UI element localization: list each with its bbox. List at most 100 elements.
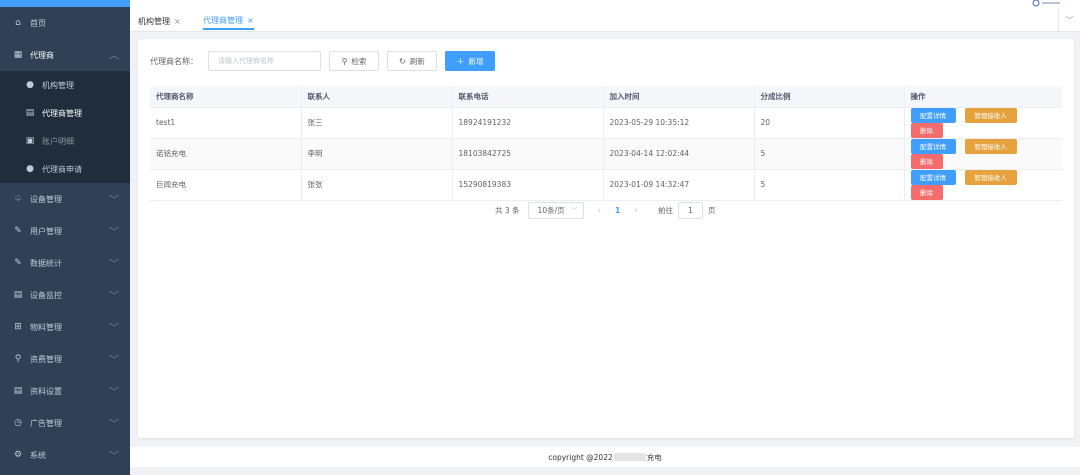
page-size-select[interactable]: 10条/页 ﹀: [527, 202, 584, 219]
agent-submenu: ● 机构管理 ▤ 代理商管理 ▣ 账户明细 ● 代理商申请: [0, 71, 130, 183]
close-icon[interactable]: ×: [174, 17, 181, 26]
page-number-current[interactable]: 1: [615, 206, 620, 215]
sidebar-item-data-settings[interactable]: ▤ 资料设置 ﹀: [0, 375, 130, 407]
manage-receiver-button[interactable]: 管理接收人: [964, 169, 1017, 185]
sidebar-item-label: 物料管理: [30, 322, 62, 332]
plus-icon: ＋: [456, 56, 465, 66]
manage-receiver-button[interactable]: 管理接收人: [964, 107, 1017, 123]
actions-cell: 配置详情 管理接收人删除: [904, 138, 1062, 170]
sidebar-item-label: 机构管理: [42, 80, 74, 90]
delete-button[interactable]: 删除: [910, 184, 943, 200]
sidebar-item-device-management[interactable]: ♤ 设备管理 ﹀: [0, 183, 130, 215]
search-icon: ⚲: [14, 354, 22, 364]
refresh-button[interactable]: ↻ 刷新: [387, 51, 437, 71]
table-row: 巨闻充电 张张 15290819383 2023-01-09 14:32:47 …: [150, 169, 1062, 201]
chevron-up-icon: ︿: [108, 51, 120, 60]
table-cell: test1: [150, 107, 302, 139]
sidebar-item-agent-application[interactable]: ● 代理商申请: [0, 155, 130, 183]
table-cell: 2023-04-14 12:02:44: [603, 138, 755, 170]
search-button-label: 检索: [351, 56, 367, 66]
tab-org-management[interactable]: 机构管理 ×: [138, 13, 181, 30]
sidebar-item-label: 账户明细: [42, 136, 74, 146]
next-page-button[interactable]: ›: [634, 206, 638, 216]
tabs-dropdown-button[interactable]: ﹀: [1058, 8, 1080, 32]
gear-icon: ⚙: [13, 450, 23, 460]
goto-page-input[interactable]: [677, 202, 703, 219]
table-cell: 李明: [301, 138, 453, 170]
table-cell: 20: [754, 107, 905, 139]
clock-icon: ◷: [14, 418, 22, 428]
sidebar-item-label: 设备管理: [30, 194, 62, 204]
bottom-strip: [130, 467, 1080, 475]
sidebar-item-label: 首页: [30, 18, 46, 28]
copyright-text: copyright @2022: [548, 452, 613, 462]
sidebar-item-agent-management[interactable]: ▤ 代理商管理: [0, 99, 130, 127]
column-header: 分成比例: [754, 86, 905, 108]
goto-label: 前往: [657, 206, 673, 215]
company-logo-icon: [1032, 0, 1062, 7]
delete-button[interactable]: 删除: [910, 122, 943, 138]
table-row: 诺铭充电 李明 18103842725 2023-04-14 12:02:44 …: [150, 138, 1062, 170]
grid-icon: ▤: [25, 108, 35, 118]
table-cell: 诺铭充电: [150, 138, 302, 170]
sidebar-item-ad-management[interactable]: ◷ 广告管理 ﹀: [0, 407, 130, 439]
sidebar-item-label: 资费管理: [30, 354, 62, 364]
column-header: 操作: [904, 86, 1062, 108]
delete-button[interactable]: 删除: [910, 153, 943, 169]
close-icon[interactable]: ×: [247, 16, 254, 25]
sidebar-item-system[interactable]: ⚙ 系统 ﹀: [0, 439, 130, 471]
add-agent-button[interactable]: ＋ 新增: [445, 51, 495, 71]
chevron-down-icon: ﹀: [108, 227, 120, 236]
table-cell: 15290819383: [452, 169, 604, 201]
column-header: 联系人: [301, 86, 453, 108]
tab-agent-management[interactable]: 代理商管理 ×: [203, 13, 254, 30]
sidebar-item-material-management[interactable]: ⊞ 物料管理 ﹀: [0, 311, 130, 343]
refresh-icon: ↻: [399, 56, 406, 66]
sidebar-top-accent: [0, 0, 130, 7]
sidebar-item-label: 用户管理: [30, 226, 62, 236]
sidebar-item-account-details[interactable]: ▣ 账户明细: [0, 127, 130, 155]
sidebar-item-tariff-management[interactable]: ⚲ 资费管理 ﹀: [0, 343, 130, 375]
chevron-down-icon: ﹀: [108, 291, 120, 300]
sidebar-item-label: 广告管理: [30, 418, 62, 428]
prev-page-button[interactable]: ‹: [598, 206, 602, 216]
document-icon: ▤: [13, 386, 23, 396]
pagination: 共 3 条 10条/页 ﹀ ‹ 1 › 前往 页: [495, 202, 715, 219]
table-cell: 2023-01-09 14:32:47: [603, 169, 755, 201]
sidebar-item-agent[interactable]: ▦ 代理商 ︿: [0, 39, 130, 71]
manage-receiver-button[interactable]: 管理接收人: [964, 138, 1017, 154]
search-button[interactable]: ⚲ 检索: [329, 51, 379, 71]
table-cell: 2023-05-29 10:35:12: [603, 107, 755, 139]
document-icon: ▤: [13, 290, 23, 300]
column-header: 加入时间: [603, 86, 755, 108]
tabs-bar: 机构管理 × 代理商管理 × ﹀: [130, 8, 1080, 32]
top-header: [130, 0, 1080, 8]
agent-table: 代理商名称 联系人 联系电话 加入时间 分成比例 操作 test1 张三 189…: [150, 86, 1062, 201]
search-icon: ⚲: [341, 56, 348, 66]
redacted-text: [613, 453, 646, 461]
page-size-value: 10条/页: [537, 206, 565, 215]
document-icon: ▣: [25, 136, 35, 146]
config-detail-button[interactable]: 配置详情: [910, 138, 956, 154]
sidebar-item-device-monitor[interactable]: ▤ 设备监控 ﹀: [0, 279, 130, 311]
column-header: 代理商名称: [150, 86, 302, 108]
chevron-down-icon: ﹀: [108, 195, 120, 204]
config-detail-button[interactable]: 配置详情: [910, 169, 956, 185]
page-suffix-label: 页: [707, 206, 716, 215]
agent-name-input[interactable]: [208, 51, 321, 71]
sidebar: ⌂ 首页 ▦ 代理商 ︿ ● 机构管理 ▤ 代理商管理 ▣ 账户明细 ● 代理商…: [0, 0, 130, 475]
sidebar-item-user-management[interactable]: ✎ 用户管理 ﹀: [0, 215, 130, 247]
grid-icon: ▦: [13, 50, 23, 60]
refresh-button-label: 刷新: [409, 56, 425, 66]
sidebar-item-home[interactable]: ⌂ 首页: [0, 7, 130, 39]
agent-name-label: 代理商名称：: [150, 56, 198, 66]
config-detail-button[interactable]: 配置详情: [910, 107, 956, 123]
sidebar-item-org-management[interactable]: ● 机构管理: [0, 71, 130, 99]
bell-icon: ♤: [13, 194, 23, 204]
table-cell: 18924191232: [452, 107, 604, 139]
sidebar-item-label: 代理商: [30, 50, 54, 60]
footer: copyright @2022 充电: [130, 447, 1080, 467]
chevron-down-icon: ﹀: [570, 207, 578, 215]
table-cell: 5: [754, 169, 905, 201]
sidebar-item-data-statistics[interactable]: ✎ 数据统计 ﹀: [0, 247, 130, 279]
